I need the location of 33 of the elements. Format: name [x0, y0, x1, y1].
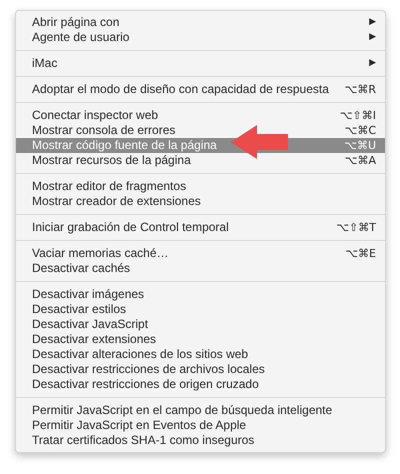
shortcut-label: ⌥⌘A [344, 153, 376, 168]
menu-item[interactable]: Tratar certificados SHA-1 como inseguros [16, 433, 385, 448]
menu-item[interactable]: Vaciar memorias caché… ⌥⌘E [16, 246, 385, 261]
pointer-arrow-icon [231, 125, 288, 159]
menu-item[interactable]: Mostrar recursos de la página ⌥⌘A [16, 153, 385, 168]
shortcut-label: ⌥⌘R [344, 82, 376, 97]
shortcut-label: ⌥⌘U [344, 138, 376, 153]
menu-item[interactable]: Adoptar el modo de diseño con capacidad de respuesta ⌥⌘R [16, 82, 385, 97]
menu-item[interactable]: Desactivar imágenes [16, 287, 385, 302]
menu-item[interactable]: Mostrar consola de errores ⌥⌘C [16, 123, 385, 138]
menu-item[interactable]: Iniciar grabación de Control temporal ⌥⇧⌘T [16, 220, 385, 235]
menu-item[interactable]: Permitir JavaScript en Eventos de Apple [16, 418, 385, 433]
menu-item[interactable]: Desactivar restricciones de origen cruzado [16, 377, 385, 392]
shortcut-label: ⌥⌘E [345, 246, 376, 261]
menu-item[interactable]: Desactivar JavaScript [16, 317, 385, 332]
menu-item[interactable]: iMac ▶ [16, 56, 385, 71]
menu-item[interactable]: Agente de usuario ▶ [16, 30, 385, 45]
submenu-arrow: ▶ [369, 31, 376, 44]
menu-item[interactable]: Conectar inspector web ⌥⇧⌘I [16, 108, 385, 123]
menu-item[interactable]: Desactivar extensiones [16, 332, 385, 347]
menu-item[interactable]: Mostrar editor de fragmentos [16, 179, 385, 194]
menu-item[interactable]: Desactivar restricciones de archivos locales [16, 362, 385, 377]
submenu-arrow: ▶ [369, 57, 376, 70]
menu-item[interactable]: Permitir JavaScript en el campo de búsqueda inteligente [16, 403, 385, 418]
submenu-arrow: ▶ [369, 16, 376, 29]
shortcut-label: ⌥⌘C [344, 123, 376, 138]
shortcut-label: ⌥⇧⌘T [336, 220, 376, 235]
menu-item[interactable]: Desactivar cachés [16, 261, 385, 276]
shortcut-label: ⌥⇧⌘I [340, 108, 376, 123]
menu-item[interactable]: Abrir página con ▶ [16, 15, 385, 30]
menu-item[interactable]: Mostrar creador de extensiones [16, 194, 385, 209]
menu-item[interactable]: Desactivar estilos [16, 302, 385, 317]
menu-item[interactable]: Desactivar alteraciones de los sitios web [16, 347, 385, 362]
